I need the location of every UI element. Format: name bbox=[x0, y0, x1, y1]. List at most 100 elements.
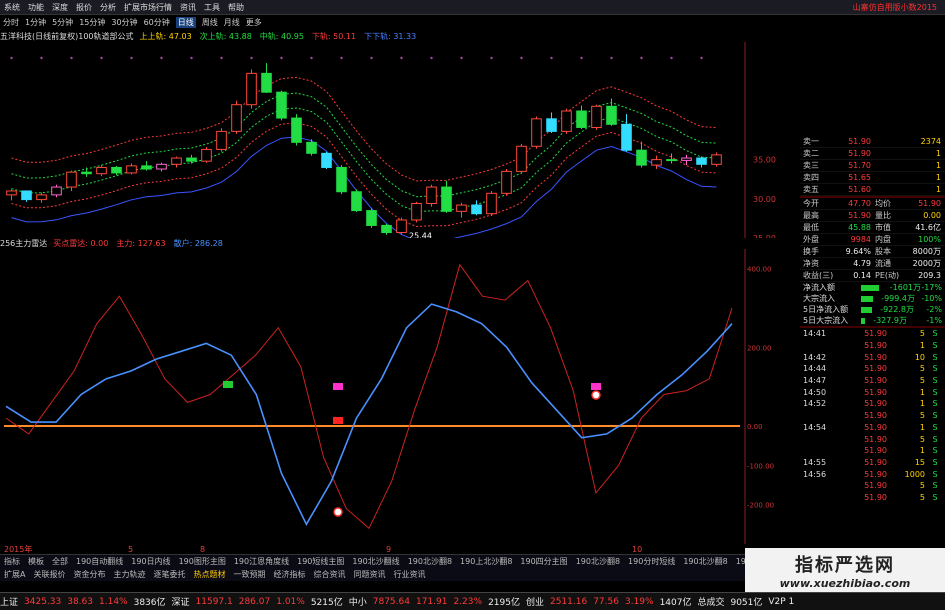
indicator-tab[interactable]: 模板 bbox=[28, 556, 44, 567]
candle bbox=[381, 223, 392, 235]
indicator-tab[interactable]: 指标 bbox=[4, 556, 20, 567]
ask-volume: 1 bbox=[935, 185, 941, 194]
signal-dot bbox=[640, 56, 643, 60]
function-tab[interactable]: 关联报价 bbox=[33, 569, 65, 580]
menu-item-help[interactable]: 帮助 bbox=[228, 2, 244, 13]
menu-item-news[interactable]: 资讯 bbox=[180, 2, 196, 13]
candle bbox=[516, 143, 527, 174]
tick-price: 51.90 bbox=[864, 329, 887, 339]
oscillator-chart[interactable]: 400.00 200.00 0.00 -100.00 -200.00 bbox=[0, 249, 800, 544]
indicator-tab[interactable]: 190北沙翻8 bbox=[576, 556, 620, 567]
indicator-tab[interactable]: 190北沙翻8 bbox=[683, 556, 727, 567]
index-label[interactable]: 总成交 bbox=[697, 595, 724, 608]
sub-indicator-name: 256主力雷达 bbox=[0, 239, 48, 248]
menu-item-tools[interactable]: 工具 bbox=[204, 2, 220, 13]
tick-direction: S bbox=[932, 481, 938, 491]
stat-value: 47.70 bbox=[848, 199, 871, 208]
indicator-tab[interactable]: 190自动翻线 bbox=[76, 556, 123, 567]
function-tab[interactable]: 热点题材 bbox=[193, 569, 225, 580]
function-tab[interactable]: 经济指标 bbox=[273, 569, 305, 580]
function-tab[interactable]: 行业资讯 bbox=[393, 569, 425, 580]
signal-dot bbox=[160, 56, 163, 60]
indicator-tab[interactable]: 190分时短线 bbox=[628, 556, 675, 567]
candle bbox=[351, 189, 362, 213]
indicator-tab[interactable]: 190短线主图 bbox=[297, 556, 344, 567]
stat-label: 流通 bbox=[875, 259, 891, 268]
index-label[interactable]: 创业 bbox=[526, 595, 544, 608]
candle bbox=[606, 98, 617, 126]
index-percent: 1.01% bbox=[276, 596, 305, 607]
stat-value: 100% bbox=[918, 235, 941, 244]
candlestick-chart[interactable]: 35.0030.0025.0025.44 bbox=[0, 42, 800, 238]
index-amount: 2195亿 bbox=[488, 598, 520, 608]
ask-price: 51.60 bbox=[848, 185, 871, 194]
tick-direction: S bbox=[932, 364, 938, 374]
index-amount: 5215亿 bbox=[310, 598, 343, 608]
indicator-tab[interactable]: 全部 bbox=[52, 556, 68, 567]
indicator-tab[interactable]: 190北沙翻线 bbox=[352, 556, 399, 567]
stat-value: 45.88 bbox=[848, 223, 871, 232]
tick-volume: 1 bbox=[919, 387, 925, 397]
menu-item-analysis[interactable]: 分析 bbox=[100, 2, 116, 13]
period-tab[interactable]: 60分钟 bbox=[144, 17, 170, 28]
tick-volume: 5 bbox=[919, 376, 925, 386]
period-tab[interactable]: 30分钟 bbox=[111, 17, 137, 28]
function-tab[interactable]: 同题资讯 bbox=[353, 569, 385, 580]
ask-label: 卖一 bbox=[803, 137, 819, 146]
candle bbox=[156, 162, 167, 172]
menu-item-depth[interactable]: 深度 bbox=[52, 2, 68, 13]
menu-item-extended-market[interactable]: 扩展市场行情 bbox=[124, 2, 172, 13]
function-tab[interactable]: 综合资讯 bbox=[313, 569, 345, 580]
indicator-tab[interactable]: 190江恩角度线 bbox=[234, 556, 289, 567]
tick-volume: 5 bbox=[919, 329, 925, 339]
menu-item-function[interactable]: 功能 bbox=[28, 2, 44, 13]
band-upper2-line bbox=[11, 76, 717, 182]
stat-label: 净资 bbox=[803, 259, 819, 268]
function-tab[interactable]: 资金分布 bbox=[73, 569, 105, 580]
indicator-tab[interactable]: 190四分主图 bbox=[520, 556, 567, 567]
candle bbox=[336, 165, 347, 195]
ask-volume: 1 bbox=[935, 149, 941, 158]
menu-item-quote[interactable]: 报价 bbox=[76, 2, 92, 13]
stat-value: 51.90 bbox=[918, 199, 941, 208]
tick-direction: S bbox=[932, 434, 938, 444]
function-tab[interactable]: 一致预期 bbox=[233, 569, 265, 580]
watermark-title: 指标严选网 bbox=[795, 554, 895, 576]
index-ticker: 上证 3425.33 38.63 1.14% 3836亿 深证 11597.1 286.07 1… bbox=[0, 592, 945, 610]
function-tab[interactable]: 逐笔委托 bbox=[153, 569, 185, 580]
candle bbox=[531, 116, 542, 149]
period-tab[interactable]: 15分钟 bbox=[79, 17, 105, 28]
indicator-tab[interactable]: 191江恩角度线 bbox=[736, 556, 745, 567]
period-tab[interactable]: 1分钟 bbox=[25, 17, 46, 28]
indicator-tab[interactable]: 190北沙翻8 bbox=[408, 556, 452, 567]
index-label[interactable]: 深证 bbox=[172, 595, 190, 608]
indicator-tab[interactable]: 190日内线 bbox=[131, 556, 170, 567]
period-tab[interactable]: 5分钟 bbox=[52, 17, 73, 28]
period-tab[interactable]: 月线 bbox=[224, 17, 240, 28]
candle bbox=[171, 156, 182, 168]
ask-volume: 2374 bbox=[920, 137, 941, 146]
tick-direction: S bbox=[932, 446, 938, 456]
period-tab-more[interactable]: 更多 bbox=[246, 17, 262, 28]
function-tab[interactable]: 扩展A bbox=[4, 569, 25, 580]
signal-dot bbox=[280, 56, 283, 60]
stat-label: 量比 bbox=[875, 211, 891, 220]
stat-row: 外盘 9984 内盘 100% bbox=[800, 234, 945, 246]
signal-mark bbox=[223, 381, 233, 388]
main-indicator-value: 次上轨: 43.88 bbox=[199, 31, 252, 41]
period-tab[interactable]: 分时 bbox=[3, 17, 19, 28]
indicator-tab[interactable]: 190图形主图 bbox=[179, 556, 226, 567]
function-tab[interactable]: 主力轨迹 bbox=[113, 569, 145, 580]
stat-row: 最高 51.90 量比 0.00 bbox=[800, 210, 945, 222]
period-tab-active[interactable]: 日线 bbox=[175, 16, 196, 28]
tick-direction: S bbox=[932, 341, 938, 351]
stat-value: 0.14 bbox=[853, 271, 871, 280]
tick-price: 51.90 bbox=[864, 352, 887, 362]
period-tab[interactable]: 周线 bbox=[202, 17, 218, 28]
index-label[interactable]: 中小 bbox=[349, 595, 367, 608]
index-label[interactable]: 上证 bbox=[0, 595, 18, 608]
flow-value: -1601万 bbox=[889, 283, 921, 292]
tick-price: 51.90 bbox=[864, 411, 887, 421]
menu-item-system[interactable]: 系统 bbox=[4, 2, 20, 13]
indicator-tab[interactable]: 190上北沙翻8 bbox=[460, 556, 512, 567]
